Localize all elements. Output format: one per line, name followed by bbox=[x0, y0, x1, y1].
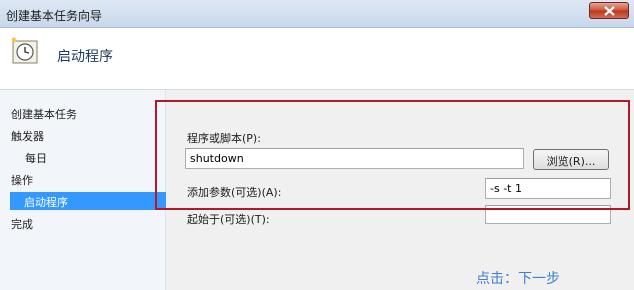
window-title: 创建基本任务向导 bbox=[6, 9, 103, 23]
start-in-label: 起始于(可选)(T): bbox=[187, 213, 270, 226]
start-in-input[interactable] bbox=[485, 205, 611, 224]
wizard-steps-sidebar: 创建基本任务 触发器 每日 操作 启动程序 完成 bbox=[0, 90, 166, 290]
program-label: 程序或脚本(P): bbox=[187, 132, 261, 145]
browse-button[interactable]: 浏览(R)... bbox=[533, 149, 609, 170]
content-panel: 程序或脚本(P): shutdown 浏览(R)... 添加参数(可选)(A):… bbox=[166, 90, 634, 290]
title-bar: 创建基本任务向导 bbox=[0, 0, 634, 28]
sidebar-item-action[interactable]: 操作 bbox=[11, 172, 33, 188]
args-label: 添加参数(可选)(A): bbox=[187, 186, 282, 199]
sidebar-item-finish[interactable]: 完成 bbox=[11, 216, 33, 232]
clock-wizard-icon bbox=[11, 37, 38, 64]
sidebar-item-trigger[interactable]: 触发器 bbox=[11, 128, 44, 144]
wizard-header: 启动程序 bbox=[0, 28, 634, 90]
page-title: 启动程序 bbox=[57, 49, 113, 65]
program-input[interactable]: shutdown bbox=[185, 148, 524, 169]
sidebar-item-start-program[interactable]: 启动程序 bbox=[10, 192, 166, 210]
args-input[interactable]: -s -t 1 bbox=[485, 178, 611, 199]
instruction-note: 点击：下一步 bbox=[476, 271, 560, 287]
close-button[interactable] bbox=[589, 2, 629, 19]
sidebar-item-daily[interactable]: 每日 bbox=[25, 150, 47, 166]
sidebar-item-create-basic-task[interactable]: 创建基本任务 bbox=[11, 106, 77, 122]
close-icon bbox=[604, 6, 615, 16]
